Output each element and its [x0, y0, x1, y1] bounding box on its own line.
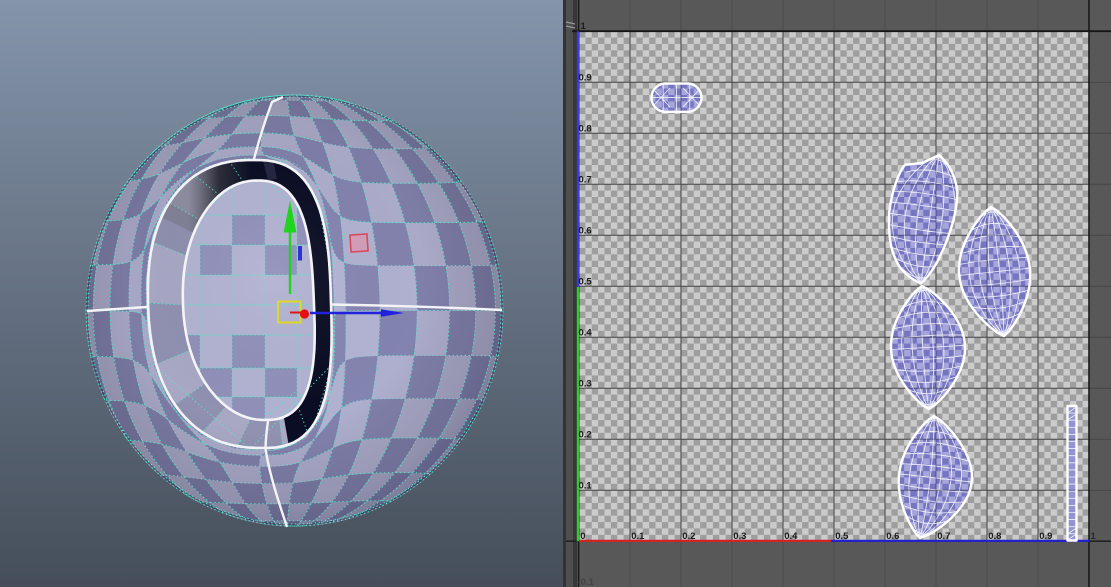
svg-text:0.7: 0.7 — [937, 531, 950, 542]
svg-text:0.3: 0.3 — [579, 378, 592, 389]
svg-text:-0.1: -0.1 — [578, 577, 595, 587]
svg-text:0.8: 0.8 — [579, 123, 592, 134]
svg-text:0.5: 0.5 — [835, 531, 849, 542]
svg-text:0.4: 0.4 — [784, 531, 798, 542]
svg-text:0.5: 0.5 — [579, 276, 593, 287]
svg-text:0.8: 0.8 — [988, 531, 1001, 542]
svg-text:0.6: 0.6 — [886, 531, 899, 542]
svg-text:0.4: 0.4 — [579, 327, 593, 338]
svg-text:0.9: 0.9 — [579, 72, 592, 83]
svg-text:0.2: 0.2 — [682, 531, 695, 542]
svg-text:0: 0 — [580, 531, 585, 542]
svg-text:0.3: 0.3 — [733, 531, 746, 542]
svg-text:0.2: 0.2 — [579, 429, 592, 440]
svg-text:1: 1 — [1091, 531, 1097, 542]
svg-text:0.6: 0.6 — [579, 225, 592, 236]
svg-text:1: 1 — [581, 21, 587, 32]
svg-text:0.1: 0.1 — [631, 531, 645, 542]
svg-text:0.7: 0.7 — [579, 174, 592, 185]
svg-text:0.1: 0.1 — [579, 480, 593, 491]
svg-text:0.9: 0.9 — [1039, 531, 1052, 542]
